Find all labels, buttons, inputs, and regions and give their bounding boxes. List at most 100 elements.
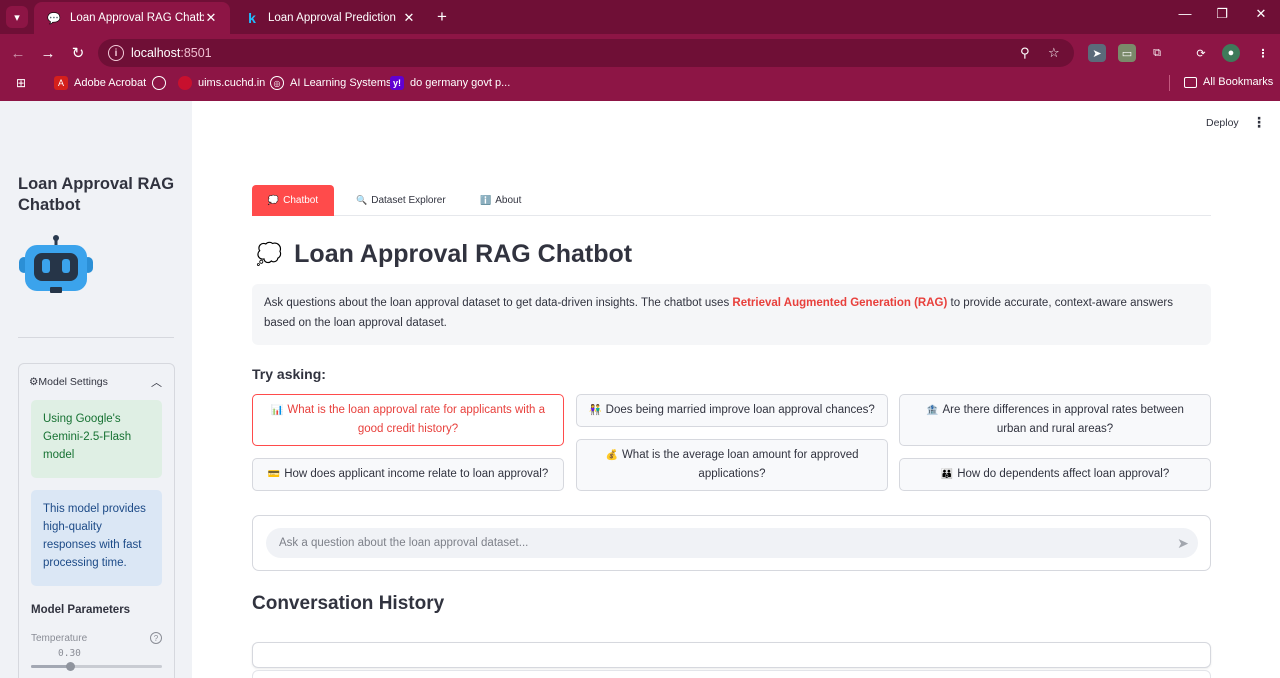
tab-strip: ▾ 💬 Loan Approval RAG Chatbot ✕ k Loan A… <box>0 0 1280 34</box>
address-bar[interactable]: i localhost:8501 ⚲ ☆ <box>98 39 1074 67</box>
temperature-value: 0.30 <box>58 648 81 659</box>
apps-grid-icon[interactable]: ⊞ <box>14 76 34 90</box>
bank-icon: 🏦 <box>926 404 939 416</box>
tab-search-button[interactable]: ▾ <box>6 6 28 28</box>
info-icon: ℹ️ <box>480 195 492 205</box>
chat-bubble-icon: 💭 <box>267 195 280 205</box>
minimize-button[interactable]: — <box>1170 6 1200 21</box>
chevron-down-icon: ▾ <box>14 11 20 24</box>
chat-input-container: ➤ <box>252 515 1211 571</box>
tab-about[interactable]: ℹ️ About <box>480 185 521 216</box>
chat-bubble-icon: 💬 <box>47 12 61 25</box>
tab-label: Chatbot <box>283 195 319 206</box>
folder-icon <box>1184 76 1197 88</box>
close-window-button[interactable]: ✕ <box>1246 6 1276 22</box>
slider-fill <box>31 665 71 668</box>
model-settings-expander: ⚙Model Settings ︿ Using Google's Gemini-… <box>18 363 175 678</box>
zoom-icon[interactable]: ⚲ <box>1020 45 1030 61</box>
question-button-dependents[interactable]: 👪 How do dependents affect loan approval? <box>899 458 1211 491</box>
url-port: :8501 <box>180 46 212 60</box>
conversation-history-item <box>252 670 1211 678</box>
new-tab-button[interactable]: + <box>432 7 452 27</box>
cursor-extension-icon[interactable]: ➤ <box>1088 44 1106 62</box>
money-bag-icon: 💰 <box>605 449 618 461</box>
main-menu-icon[interactable]: ⋮ <box>1252 114 1266 131</box>
forward-button[interactable]: → <box>38 43 58 63</box>
model-parameters-heading: Model Parameters <box>31 604 131 616</box>
sidebar-divider <box>18 337 174 338</box>
model-info-alert: Using Google's Gemini-2.5-Flash model <box>31 400 162 478</box>
deploy-button[interactable]: Deploy <box>1206 117 1239 129</box>
bookmark-label: All Bookmarks <box>1203 76 1274 88</box>
chart-icon: 📊 <box>270 404 284 416</box>
rag-highlight: Retrieval Augmented Generation (RAG) <box>732 297 948 309</box>
question-button-married[interactable]: 👫 Does being married improve loan approva… <box>576 394 888 427</box>
reload-icon: ↻ <box>71 45 85 62</box>
browser-tab-chatbot[interactable]: 💬 Loan Approval RAG Chatbot ✕ <box>34 2 230 34</box>
bookmark-germany[interactable]: y! do germany govt p... <box>390 76 510 90</box>
site-info-icon[interactable]: i <box>108 45 124 61</box>
question-button-income[interactable]: 💳 How does applicant income relate to loa… <box>252 458 564 491</box>
conversation-history-container <box>252 642 1211 668</box>
question-text: Does being married improve loan approval… <box>605 403 875 416</box>
temperature-slider[interactable] <box>31 662 162 671</box>
bookmark-globe[interactable] <box>152 76 172 90</box>
browser-menu-icon[interactable]: ⋮ <box>1254 44 1272 62</box>
question-button-loan-amount[interactable]: 💰 What is the average loan amount for app… <box>576 439 888 491</box>
close-icon[interactable]: ✕ <box>402 10 416 26</box>
browser-chrome: ▾ 💬 Loan Approval RAG Chatbot ✕ k Loan A… <box>0 0 1280 101</box>
yahoo-icon: y! <box>390 76 404 90</box>
reload-button[interactable]: ↻ <box>68 43 88 63</box>
bookmark-label: do germany govt p... <box>410 77 511 89</box>
profile-avatar-icon[interactable]: ● <box>1222 44 1240 62</box>
send-icon[interactable]: ➤ <box>1174 534 1192 552</box>
bookmark-label: AI Learning Systems <box>290 77 392 89</box>
bookmark-uims[interactable]: uims.cuchd.in <box>178 76 265 90</box>
tab-chatbot[interactable]: 💭 Chatbot <box>252 185 334 216</box>
question-text: What is the average loan amount for appr… <box>621 448 859 481</box>
slider-thumb[interactable] <box>66 662 76 671</box>
tab-title: Loan Approval Prediction <box>268 12 396 24</box>
question-text: Are there differences in approval rates … <box>942 403 1184 436</box>
credit-card-icon: 💳 <box>267 468 281 480</box>
ai-icon: ◎ <box>270 76 284 90</box>
performance-icon[interactable]: ⟳ <box>1192 44 1210 62</box>
family-icon: 👪 <box>940 468 954 480</box>
star-icon[interactable]: ☆ <box>1048 45 1060 61</box>
tab-label: Dataset Explorer <box>371 195 446 206</box>
question-text: How does applicant income relate to loan… <box>284 467 549 480</box>
question-text: What is the loan approval rate for appli… <box>287 403 546 436</box>
bookmark-adobe-acrobat[interactable]: A Adobe Acrobat <box>54 76 146 90</box>
chat-bubble-icon: 💭 <box>256 242 283 266</box>
extensions-icon[interactable]: ⧉ <box>1148 44 1166 62</box>
magnifier-icon: 🔍 <box>356 195 368 205</box>
model-description-alert: This model provides high-quality respons… <box>31 490 162 586</box>
intro-text: Ask questions about the loan approval da… <box>264 297 733 309</box>
page-title-text: Loan Approval RAG Chatbot <box>294 240 633 268</box>
page-title: 💭 Loan Approval RAG Chatbot <box>256 240 632 269</box>
chevron-up-icon[interactable]: ︿ <box>151 374 162 390</box>
expander-header[interactable]: ⚙Model Settings <box>29 376 108 388</box>
tab-dataset-explorer[interactable]: 🔍 Dataset Explorer <box>356 185 446 216</box>
question-text: How do dependents affect loan approval? <box>957 467 1170 480</box>
bookmark-label: uims.cuchd.in <box>198 77 266 89</box>
browser-tab-prediction[interactable]: k Loan Approval Prediction ✕ <box>232 2 428 34</box>
question-button-urban-rural[interactable]: 🏦 Are there differences in approval rates… <box>899 394 1211 446</box>
arrow-right-icon: → <box>40 44 56 62</box>
conversation-history-heading: Conversation History <box>252 593 445 614</box>
bookmark-label: Adobe Acrobat <box>74 77 147 89</box>
maximize-button[interactable]: ❐ <box>1207 6 1237 22</box>
folder-extension-icon[interactable]: ▭ <box>1118 44 1136 62</box>
globe-icon <box>152 76 166 90</box>
chat-input[interactable] <box>266 528 1198 558</box>
back-button[interactable]: ← <box>8 43 28 63</box>
main-content: Deploy ⋮ 💭 Chatbot 🔍 Dataset Explorer ℹ️… <box>192 101 1280 678</box>
help-icon[interactable]: ? <box>150 632 162 644</box>
arrow-left-icon: ← <box>10 44 26 62</box>
temperature-label: Temperature <box>31 633 88 644</box>
close-icon[interactable]: ✕ <box>204 10 218 26</box>
all-bookmarks[interactable]: All Bookmarks <box>1184 76 1273 88</box>
question-button-credit-history[interactable]: 📊 What is the loan approval rate for appl… <box>252 394 564 446</box>
bookmark-ai-learning[interactable]: ◎ AI Learning Systems <box>270 76 392 90</box>
url-text[interactable]: localhost:8501 <box>131 46 212 60</box>
